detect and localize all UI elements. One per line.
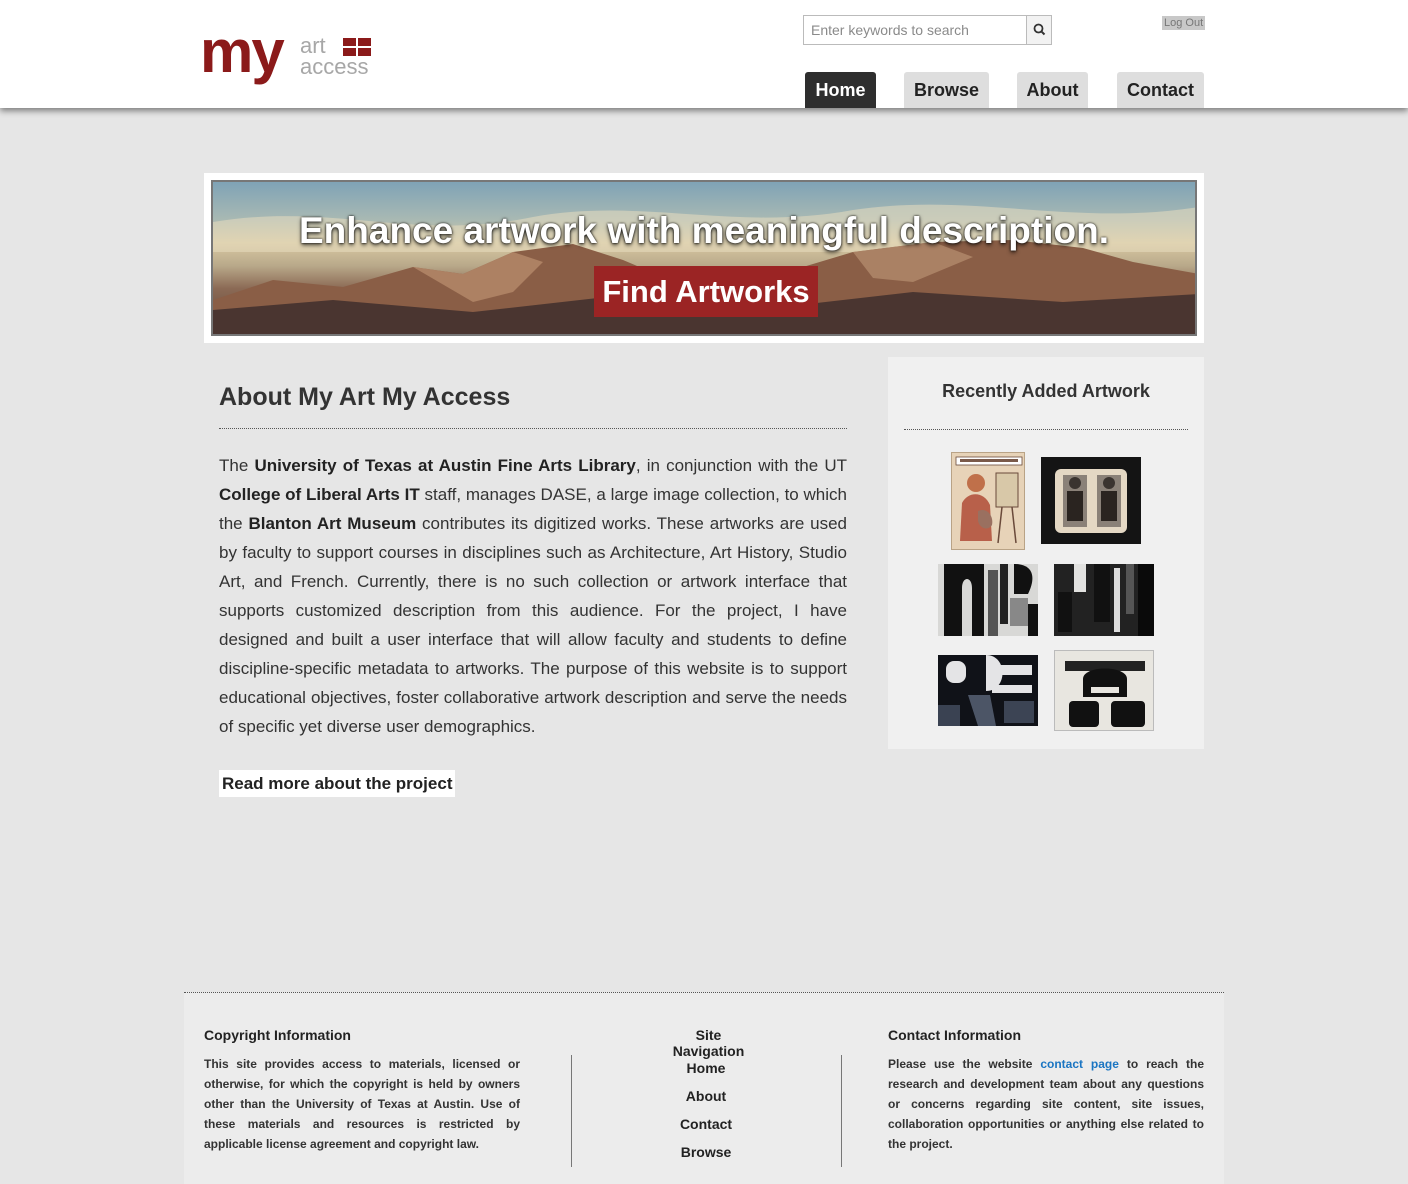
search-button[interactable] [1026,16,1051,44]
copyright-heading: Copyright Information [204,1027,351,1043]
footer-link-about[interactable]: About [658,1088,754,1104]
artwork-thumbnail[interactable] [1054,650,1154,731]
contact-page-link[interactable]: contact page [1040,1057,1119,1071]
footer-divider [571,1055,572,1167]
site-footer: Copyright Information This site provides… [184,992,1224,1184]
photo-figures-image [1055,469,1127,533]
nav-tab-contact[interactable]: Contact [1117,72,1204,108]
site-logo[interactable]: my art access [200,18,400,96]
recent-artwork-panel: Recently Added Artwork [888,357,1204,749]
logo-art-text: art [300,33,326,58]
copyright-text: This site provides access to materials, … [204,1057,520,1151]
site-header: my art access Log Out Home Browse About … [0,0,1408,108]
artwork-thumbnail[interactable] [951,452,1025,550]
abstract-shapes-image [1055,651,1153,730]
about-text-segment-bold: Blanton Art Museum [248,514,417,533]
nav-tab-about[interactable]: About [1017,72,1088,108]
search-box [803,15,1052,45]
logo-squares-icon [343,38,371,56]
about-text-segment: contributes its digitized works. These a… [219,514,847,736]
footer-link-contact[interactable]: Contact [658,1116,754,1132]
hero-banner: Enhance artwork with meaningful descript… [204,173,1204,343]
about-heading: About My Art My Access [219,383,511,411]
nav-tab-home[interactable]: Home [805,72,876,108]
search-icon [1033,23,1046,36]
about-text-segment: The [219,456,255,475]
artwork-thumbnail[interactable] [1054,564,1154,636]
nav-tab-browse[interactable]: Browse [904,72,989,108]
about-text-segment-bold: College of Liberal Arts IT [219,485,420,504]
logout-button[interactable]: Log Out [1162,16,1206,30]
footer-divider [841,1055,842,1167]
artwork-thumbnail[interactable] [938,564,1038,636]
search-input[interactable] [804,16,1027,44]
read-more-link[interactable]: Read more about the project [219,770,456,797]
footer-link-home[interactable]: Home [658,1060,754,1076]
contact-text-start: Please use the website [888,1057,1041,1071]
about-paragraph: The University of Texas at Austin Fine A… [219,451,847,741]
logo-my-text: my [200,18,285,85]
artwork-thumbnail[interactable] [1041,457,1141,544]
artwork-thumbnail[interactable] [938,655,1038,726]
woodcut-painter-image [955,456,1023,544]
about-text-segment-bold: University of Texas at Austin Fine Arts … [254,456,636,475]
contact-heading: Contact Information [888,1027,1021,1043]
recent-artwork-heading: Recently Added Artwork [942,381,1150,401]
find-artworks-button[interactable]: Find Artworks [594,266,818,317]
site-navigation-heading: Site Navigation [672,1027,745,1059]
contact-text: Please use the website contact page to r… [888,1054,1204,1154]
footer-link-browse[interactable]: Browse [658,1144,754,1160]
about-divider [219,428,847,429]
banner-headline: Enhance artwork with meaningful descript… [298,210,1109,251]
abstract-shapes-image [1054,564,1154,636]
banner-painting: Enhance artwork with meaningful descript… [211,180,1197,336]
recent-divider [904,429,1188,430]
logo-access-text: access [300,54,369,79]
abstract-shapes-image [938,655,1038,726]
contact-text-end: to reach the research and development te… [888,1057,1204,1151]
about-text-segment: , in conjunction with the UT [635,456,847,475]
abstract-shapes-image [944,564,1038,636]
